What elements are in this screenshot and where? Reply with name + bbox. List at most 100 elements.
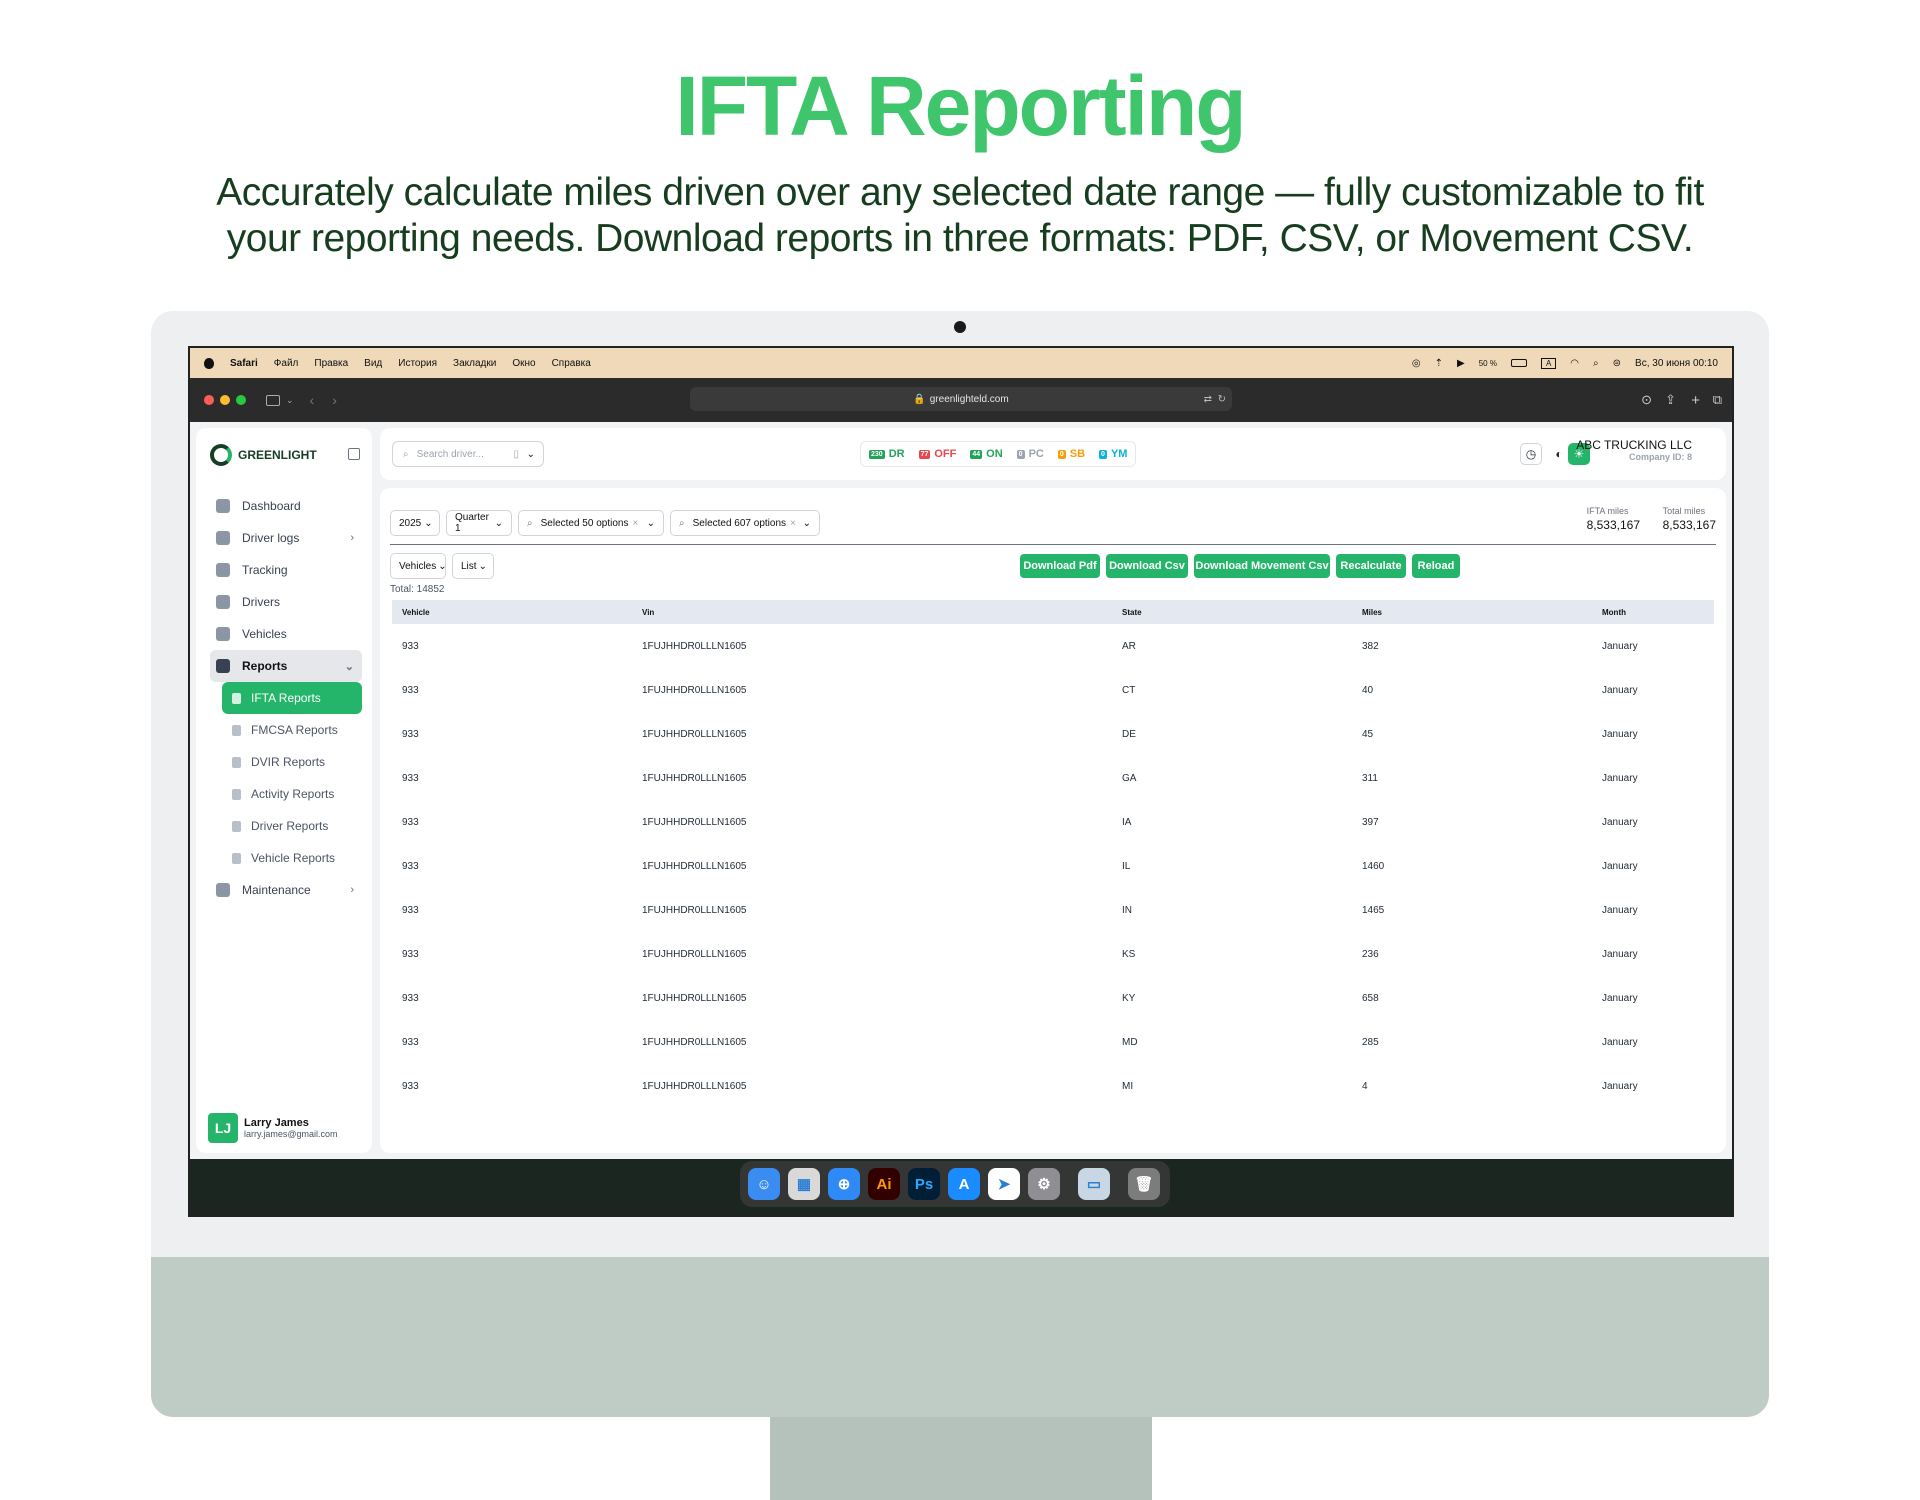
sidebar-subitem-driver-reports[interactable]: Driver Reports — [222, 810, 362, 842]
column-header-state[interactable]: State — [1112, 600, 1352, 624]
download-pdf-button[interactable]: Download Pdf — [1020, 554, 1100, 578]
spotlight-icon[interactable]: ⌕ — [1593, 358, 1599, 369]
vehicles-multiselect[interactable]: ⌕ Selected 50 options × ⌄ — [518, 510, 664, 536]
control-center-icon[interactable]: ⊜ — [1613, 358, 1621, 369]
sidebar-subitem-dvir-reports[interactable]: DVIR Reports — [222, 746, 362, 778]
system-settings-icon[interactable]: ⚙ — [1028, 1168, 1060, 1200]
airdrop-icon[interactable]: ⇡ — [1435, 358, 1443, 369]
status-off[interactable]: 77 OFF — [918, 448, 956, 460]
table-row[interactable]: 933 1FUJHHDR0LLLN1605 IN 1465 January — [392, 888, 1714, 932]
status-ym[interactable]: 0 YM — [1099, 448, 1127, 460]
translate-icon[interactable]: ⇄ — [1204, 394, 1212, 405]
sidebar-item-dashboard[interactable]: Dashboard — [210, 490, 362, 522]
collapse-sidebar-icon[interactable] — [348, 448, 360, 460]
launchpad-icon[interactable]: ▦ — [788, 1168, 820, 1200]
photoshop-icon[interactable]: Ps — [908, 1168, 940, 1200]
sidebar-item-drivers[interactable]: Drivers — [210, 586, 362, 618]
table-row[interactable]: 933 1FUJHHDR0LLLN1605 CT 40 January — [392, 668, 1714, 712]
status-dr[interactable]: 230 DR — [869, 448, 905, 460]
app-store-icon[interactable]: A — [948, 1168, 980, 1200]
sidebar-subitem-ifta-reports[interactable]: IFTA Reports — [222, 682, 362, 714]
reload-page-icon[interactable]: ↻ — [1218, 394, 1226, 405]
menu-window[interactable]: Окно — [512, 358, 535, 369]
play-icon[interactable]: ▶ — [1457, 358, 1465, 369]
creative-cloud-icon[interactable]: ◎ — [1412, 358, 1421, 369]
search-driver-input[interactable]: ⌕ Search driver... ▯ ⌄ — [392, 441, 544, 467]
reload-button[interactable]: Reload — [1412, 554, 1460, 578]
menu-safari[interactable]: Safari — [230, 358, 258, 369]
column-header-miles[interactable]: Miles — [1352, 600, 1592, 624]
table-row[interactable]: 933 1FUJHHDR0LLLN1605 KY 658 January — [392, 976, 1714, 1020]
sidebar-item-reports[interactable]: Reports ⌄ — [210, 650, 362, 682]
column-header-vin[interactable]: Vin — [632, 600, 1112, 624]
table-row[interactable]: 933 1FUJHHDR0LLLN1605 IL 1460 January — [392, 844, 1714, 888]
brand-logo[interactable]: GREENLIGHT — [210, 444, 317, 466]
company-info[interactable]: ABC TRUCKING LLC Company ID: 8 — [1576, 438, 1692, 462]
table-row[interactable]: 933 1FUJHHDR0LLLN1605 KS 236 January — [392, 932, 1714, 976]
chevron-down-icon[interactable]: ⌄ — [286, 395, 294, 406]
menu-view[interactable]: Вид — [364, 358, 382, 369]
status-sb[interactable]: 0 SB — [1057, 448, 1085, 460]
table-row[interactable]: 933 1FUJHHDR0LLLN1605 MD 285 January — [392, 1020, 1714, 1064]
clear-icon[interactable]: × — [632, 518, 638, 529]
menu-edit[interactable]: Правка — [314, 358, 348, 369]
sidebar-subitem-fmcsa-reports[interactable]: FMCSA Reports — [222, 714, 362, 746]
table-row[interactable]: 933 1FUJHHDR0LLLN1605 GA 311 January — [392, 756, 1714, 800]
clear-icon[interactable]: × — [790, 518, 796, 529]
close-window-icon[interactable] — [204, 395, 214, 405]
maximize-window-icon[interactable] — [236, 395, 246, 405]
battery-icon[interactable] — [1510, 359, 1527, 367]
menu-file[interactable]: Файл — [274, 358, 299, 369]
sidebar-item-driver-logs[interactable]: Driver logs › — [210, 522, 362, 554]
share-icon[interactable]: ⇪ — [1665, 392, 1676, 408]
back-icon[interactable]: ‹ — [310, 392, 315, 408]
view-select[interactable]: List ⌄ — [452, 553, 494, 579]
user-profile[interactable]: LJ Larry James larry.james@gmail.com — [208, 1113, 338, 1143]
menu-bookmarks[interactable]: Закладки — [453, 358, 496, 369]
clock-datetime[interactable]: Вс, 30 июня 00:10 — [1635, 358, 1718, 369]
clipboard-icon[interactable]: ▯ — [513, 449, 519, 460]
apple-icon[interactable] — [204, 357, 214, 369]
download-icon[interactable]: ⊙ — [1641, 392, 1652, 408]
sidebar-item-maintenance[interactable]: Maintenance › — [210, 874, 362, 906]
preview-icon[interactable]: ▭ — [1078, 1168, 1110, 1200]
download-csv-button[interactable]: Download Csv — [1106, 554, 1188, 578]
quarter-select[interactable]: Quarter 1 ⌄ — [446, 510, 512, 536]
history-icon[interactable]: ◷ — [1520, 443, 1542, 465]
column-header-vehicle[interactable]: Vehicle — [392, 600, 632, 624]
chevron-down-icon[interactable]: ⌄ — [803, 518, 811, 529]
download-movement-csv-button[interactable]: Download Movement Csv — [1194, 554, 1330, 578]
sidebar-item-tracking[interactable]: Tracking — [210, 554, 362, 586]
tabs-overview-icon[interactable]: ⧉ — [1713, 392, 1722, 408]
safari-icon[interactable]: ⊕ — [828, 1168, 860, 1200]
recalculate-button[interactable]: Recalculate — [1336, 554, 1406, 578]
states-multiselect[interactable]: ⌕ Selected 607 options × ⌄ — [670, 510, 820, 536]
illustrator-icon[interactable]: Ai — [868, 1168, 900, 1200]
finder-icon[interactable]: ☺ — [748, 1168, 780, 1200]
menu-help[interactable]: Справка — [552, 358, 591, 369]
trash-icon[interactable]: 🗑 — [1128, 1168, 1160, 1200]
table-row[interactable]: 933 1FUJHHDR0LLLN1605 DE 45 January — [392, 712, 1714, 756]
sidebar-item-vehicles[interactable]: Vehicles — [210, 618, 362, 650]
table-row[interactable]: 933 1FUJHHDR0LLLN1605 AR 382 January — [392, 624, 1714, 668]
chevron-down-icon[interactable]: ⌄ — [527, 449, 535, 460]
menu-history[interactable]: История — [398, 358, 437, 369]
telegram-icon[interactable]: ➤ — [988, 1168, 1020, 1200]
status-on[interactable]: 44 ON — [970, 448, 1003, 460]
chevron-down-icon[interactable]: ⌄ — [647, 518, 655, 529]
sidebar-subitem-activity-reports[interactable]: Activity Reports — [222, 778, 362, 810]
forward-icon[interactable]: › — [332, 392, 337, 408]
input-source-icon[interactable]: A — [1540, 357, 1557, 369]
sidebar-subitem-vehicle-reports[interactable]: Vehicle Reports — [222, 842, 362, 874]
year-select[interactable]: 2025 ⌄ — [390, 510, 440, 536]
wifi-icon[interactable]: ◠ — [1570, 358, 1579, 369]
group-by-select[interactable]: Vehicles ⌄ — [390, 553, 447, 579]
new-tab-icon[interactable]: + — [1691, 392, 1700, 409]
table-row[interactable]: 933 1FUJHHDR0LLLN1605 IA 397 January — [392, 800, 1714, 844]
table-row[interactable]: 933 1FUJHHDR0LLLN1605 MI 4 January — [392, 1064, 1714, 1108]
sidebar-toggle-icon[interactable] — [266, 394, 280, 406]
minimize-window-icon[interactable] — [220, 395, 230, 405]
address-bar[interactable]: 🔒 greenlighteld.com ⇄ ↻ — [690, 387, 1232, 411]
status-pc[interactable]: 0 PC — [1016, 448, 1044, 460]
column-header-month[interactable]: Month — [1592, 600, 1714, 624]
